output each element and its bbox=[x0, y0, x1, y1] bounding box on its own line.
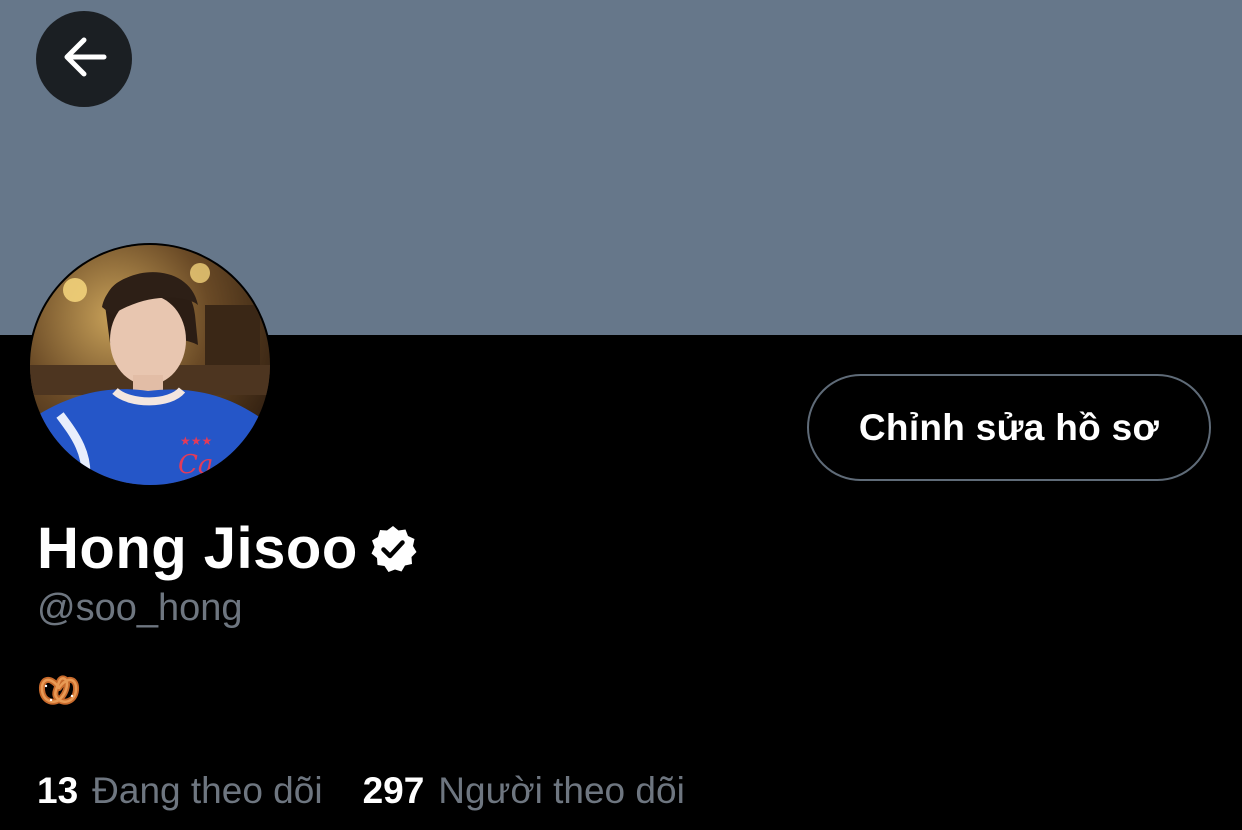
following-count: 13 bbox=[37, 770, 79, 811]
arrow-left-icon bbox=[58, 31, 110, 88]
svg-text:★★★: ★★★ bbox=[180, 434, 212, 448]
following-label: Đang theo dõi bbox=[92, 770, 323, 811]
followers-label: Người theo dõi bbox=[438, 770, 685, 811]
avatar[interactable]: ★★★ Ca bbox=[28, 243, 272, 487]
verified-badge-icon[interactable] bbox=[368, 524, 418, 574]
following-stat[interactable]: 13 Đang theo dõi bbox=[37, 770, 323, 812]
edit-profile-button[interactable]: Chỉnh sửa hồ sơ bbox=[807, 374, 1211, 481]
pretzel-emoji bbox=[37, 668, 81, 712]
back-button[interactable] bbox=[36, 11, 132, 107]
follow-stats: 13 Đang theo dõi 297 Người theo dõi bbox=[37, 770, 685, 818]
profile-photo: ★★★ Ca bbox=[30, 245, 270, 485]
followers-stat[interactable]: 297 Người theo dõi bbox=[363, 770, 685, 812]
followers-count: 297 bbox=[362, 770, 425, 811]
display-name-row: Hong Jisoo bbox=[37, 514, 418, 584]
username-handle: @soo_hong bbox=[37, 587, 243, 629]
display-name: Hong Jisoo bbox=[37, 516, 358, 581]
svg-text:Ca: Ca bbox=[178, 450, 213, 480]
